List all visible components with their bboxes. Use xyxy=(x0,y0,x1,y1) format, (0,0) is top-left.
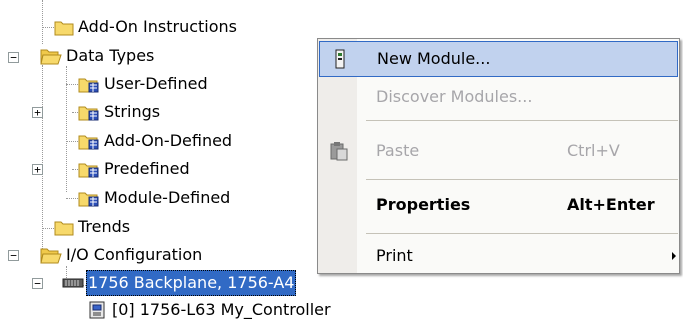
data-type-folder-icon xyxy=(78,135,99,150)
data-type-folder-icon xyxy=(78,163,99,178)
backplane-icon xyxy=(62,278,84,288)
menu-separator xyxy=(366,120,678,121)
tree-line xyxy=(42,0,43,44)
menu-separator xyxy=(366,233,678,234)
tree-line xyxy=(66,198,78,199)
collapse-toggle[interactable]: − xyxy=(8,250,19,261)
menu-separator xyxy=(366,179,678,180)
menu-item-new-module[interactable]: New Module... xyxy=(319,41,678,77)
expand-toggle[interactable]: + xyxy=(32,164,43,175)
controller-icon xyxy=(89,301,105,319)
folder-icon xyxy=(54,21,74,36)
data-type-folder-icon xyxy=(78,78,99,93)
context-menu: New Module... Discover Modules... Paste … xyxy=(317,38,680,274)
collapse-toggle[interactable]: − xyxy=(32,278,43,289)
menu-item-discover-modules[interactable]: Discover Modules... xyxy=(319,79,678,115)
tree-line xyxy=(66,141,78,142)
expand-toggle[interactable]: + xyxy=(32,107,43,118)
open-folder-icon xyxy=(40,49,62,65)
menu-item-print[interactable]: Print xyxy=(319,241,678,271)
tree-line xyxy=(42,27,54,28)
collapse-toggle[interactable]: − xyxy=(8,52,19,63)
tree-line xyxy=(42,65,43,249)
folder-icon xyxy=(54,221,74,236)
tree-line xyxy=(42,228,54,229)
data-type-folder-icon xyxy=(78,106,99,121)
open-folder-icon xyxy=(40,248,62,264)
new-module-icon xyxy=(335,49,345,69)
tree-line xyxy=(66,84,78,85)
menu-item-paste[interactable]: Paste Ctrl+V xyxy=(319,131,678,171)
paste-icon xyxy=(330,142,348,161)
menu-item-properties[interactable]: Properties Alt+Enter xyxy=(319,187,678,223)
data-type-folder-icon xyxy=(78,192,99,207)
submenu-arrow-icon xyxy=(672,252,676,260)
